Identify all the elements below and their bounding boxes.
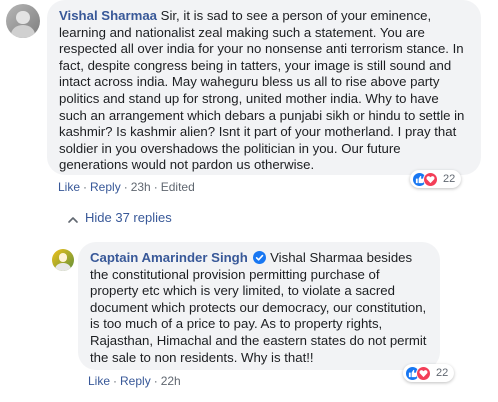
comment-like-link[interactable]: Like xyxy=(58,180,80,194)
comment-reply-link[interactable]: Reply xyxy=(90,180,121,194)
reply-author-name[interactable]: Captain Amarinder Singh xyxy=(90,250,248,265)
hide-replies-label[interactable]: Hide 37 replies xyxy=(85,210,172,225)
comment-timestamp[interactable]: 23h xyxy=(131,180,151,194)
reply-reaction-count: 22 xyxy=(436,367,449,379)
comment-actions: Like · Reply · 23h · Edited xyxy=(58,180,195,194)
comment-author-name[interactable]: Vishal Sharmaa xyxy=(59,8,157,23)
comment-reactions[interactable]: 22 xyxy=(410,170,462,188)
chevron-up-icon xyxy=(67,213,79,223)
reply-actions: Like · Reply · 22h xyxy=(88,374,181,388)
reply-text: Vishal Sharmaa besides the constitutiona… xyxy=(90,250,427,365)
reply-reply-link[interactable]: Reply xyxy=(120,374,151,388)
avatar-vishal-sharmaa[interactable] xyxy=(6,4,40,38)
comment-reaction-count: 22 xyxy=(443,173,456,185)
reply-reactions[interactable]: 22 xyxy=(403,364,455,382)
love-reaction-icon xyxy=(423,171,438,187)
verified-badge-icon xyxy=(253,251,267,264)
hide-replies-toggle[interactable]: Hide 37 replies xyxy=(67,210,172,225)
reply-timestamp[interactable]: 22h xyxy=(161,374,181,388)
reply-like-link[interactable]: Like xyxy=(88,374,110,388)
reply-bubble: Captain Amarinder Singh Vishal Sharmaa b… xyxy=(78,242,440,370)
love-reaction-icon xyxy=(416,365,431,381)
avatar-captain-amarinder-singh[interactable] xyxy=(52,249,74,271)
comment-edited-label[interactable]: Edited xyxy=(161,180,195,194)
comment-bubble: Vishal Sharmaa Sir, it is sad to see a p… xyxy=(47,0,481,175)
comment-text: Sir, it is sad to see a person of your e… xyxy=(59,8,465,173)
